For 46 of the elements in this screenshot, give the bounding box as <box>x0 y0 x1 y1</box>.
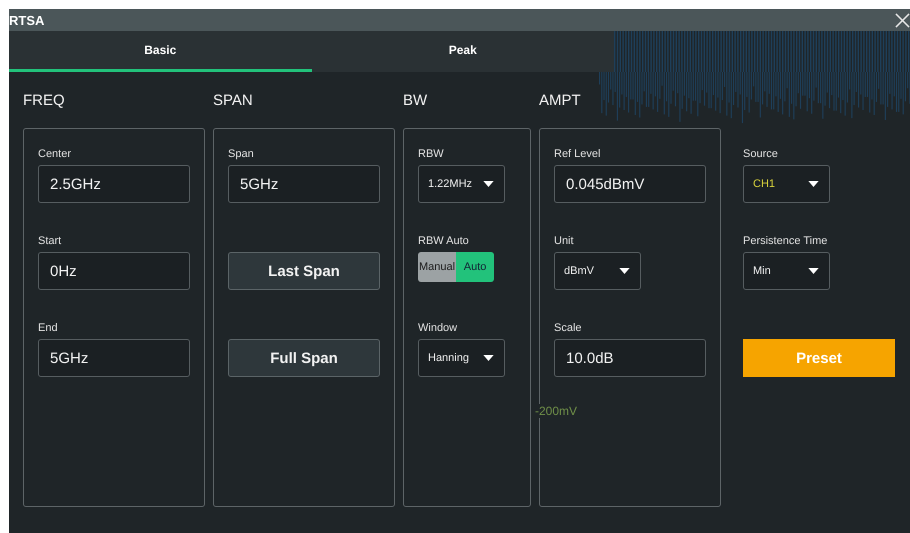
field-label: Span <box>228 148 254 160</box>
dropdown-value: CH1 <box>753 178 776 190</box>
dropdown[interactable]: CH1 <box>743 165 830 203</box>
toggle-option[interactable]: Auto <box>456 252 494 282</box>
dropdown-value: dBmV <box>564 265 594 277</box>
field-label: RBW Auto <box>418 235 469 247</box>
dropdown[interactable]: Min <box>743 252 830 290</box>
section-heading: FREQ <box>23 92 65 108</box>
field-label: Persistence Time <box>743 235 828 247</box>
tab[interactable]: Peak <box>312 31 614 72</box>
field-label: Source <box>743 148 778 160</box>
field-label: Scale <box>554 322 582 334</box>
span-button[interactable]: Last Span <box>228 252 380 290</box>
field-label: RBW <box>418 148 444 160</box>
field-label: Unit <box>554 235 574 247</box>
input-field[interactable]: 5GHz <box>38 339 190 377</box>
close-icon[interactable] <box>895 12 910 28</box>
dropdown[interactable]: Hanning <box>418 339 505 377</box>
input-field[interactable]: 10.0dB <box>554 339 706 377</box>
dropdown-value: Min <box>753 265 771 277</box>
caret-icon <box>483 181 494 187</box>
window-title: RTSA <box>9 12 44 28</box>
toggle-option[interactable]: Manual <box>418 252 456 282</box>
field-label: Window <box>418 322 458 334</box>
field-label: Center <box>38 148 72 160</box>
dropdown[interactable]: 1.22MHz <box>418 165 505 203</box>
dropdown[interactable]: dBmV <box>554 252 641 290</box>
section-heading: SPAN <box>213 92 253 108</box>
caret-icon <box>808 181 819 187</box>
field-label: End <box>38 322 58 334</box>
section-heading: BW <box>403 92 428 108</box>
caret-icon <box>808 268 819 274</box>
caret-icon <box>619 268 630 274</box>
caret-icon <box>483 355 494 361</box>
dropdown-value: 1.22MHz <box>428 178 472 190</box>
input-field[interactable]: 0Hz <box>38 252 190 290</box>
field-label: Ref Level <box>554 148 600 160</box>
input-field[interactable]: 5GHz <box>228 165 380 203</box>
field-label: Start <box>38 235 62 247</box>
tab[interactable]: Basic <box>9 31 312 72</box>
dropdown-value: Hanning <box>428 352 469 364</box>
input-field[interactable]: 0.045dBmV <box>554 165 706 203</box>
axis-label: -200mV <box>535 404 578 418</box>
span-button[interactable]: Full Span <box>228 339 380 377</box>
input-field[interactable]: 2.5GHz <box>38 165 190 203</box>
section-heading: AMPT <box>539 92 581 108</box>
